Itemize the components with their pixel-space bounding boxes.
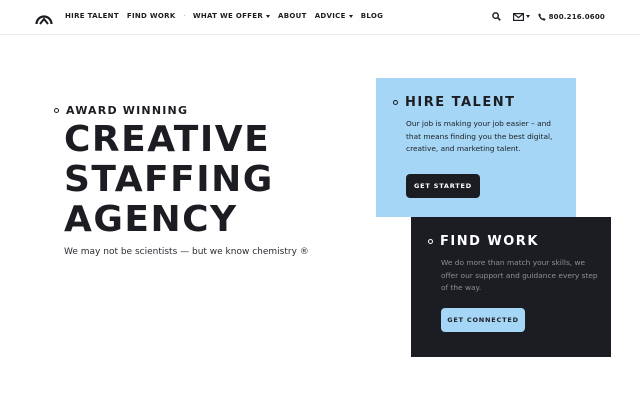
card-body: Our job is making your job easier – and … (406, 119, 553, 153)
nav-advice[interactable]: ADVICE (315, 12, 353, 20)
phone-link[interactable]: 800.216.0600 (537, 12, 605, 21)
chevron-down-icon (266, 14, 271, 18)
nav-what-we-offer[interactable]: WHAT WE OFFER (192, 12, 271, 20)
card-header: FIND WORK (428, 234, 539, 249)
title-line: CREATIVE (64, 119, 271, 160)
envelope-icon (512, 12, 524, 21)
chevron-down-icon (348, 14, 353, 18)
get-connected-button[interactable]: GET CONNECTED (441, 308, 525, 332)
nav-separator: · (183, 11, 186, 20)
phone-number: 800.216.0600 (548, 12, 605, 21)
top-navigation: HIRE TALENT FIND WORK · WHAT WE OFFER AB… (0, 0, 640, 35)
eyebrow-text: AWARD WINNING (66, 104, 189, 117)
search-button[interactable] (491, 12, 501, 21)
hero-subtitle: We may not be scientists — but we know c… (64, 247, 309, 257)
card-header: HIRE TALENT (393, 95, 515, 110)
nav-utilities: 800.216.0600 (482, 12, 605, 21)
hero-eyebrow: AWARD WINNING (54, 104, 188, 117)
ring-bullet-icon (428, 239, 433, 244)
ring-bullet-icon (393, 100, 398, 105)
logo-arch-icon[interactable] (34, 8, 54, 26)
find-work-card: FIND WORK We do more than match your ski… (411, 217, 611, 357)
card-title[interactable]: HIRE TALENT (405, 95, 515, 110)
card-title[interactable]: FIND WORK (440, 234, 539, 249)
nav-what-we-offer-label: WHAT WE OFFER (192, 12, 264, 20)
nav-advice-label: ADVICE (314, 12, 346, 20)
get-started-button[interactable]: GET STARTED (406, 174, 480, 198)
nav-hire-talent[interactable]: HIRE TALENT (65, 12, 119, 20)
ring-bullet-icon (54, 108, 59, 113)
card-body: We do more than match your skills, we of… (441, 258, 598, 292)
chevron-down-icon (525, 15, 530, 18)
nav-find-work[interactable]: FIND WORK (127, 12, 176, 20)
nav-blog[interactable]: BLOG (361, 12, 383, 20)
contact-menu-button[interactable] (512, 12, 530, 21)
page-title: CREATIVE STAFFING AGENCY (64, 120, 364, 240)
nav-links: HIRE TALENT FIND WORK · WHAT WE OFFER AB… (65, 12, 391, 20)
search-icon (491, 12, 501, 21)
title-line: STAFFING (64, 159, 274, 200)
phone-icon (537, 12, 546, 21)
title-line: AGENCY (64, 199, 238, 240)
hire-talent-card: HIRE TALENT Our job is making your job e… (376, 78, 576, 217)
nav-about[interactable]: ABOUT (278, 12, 307, 20)
